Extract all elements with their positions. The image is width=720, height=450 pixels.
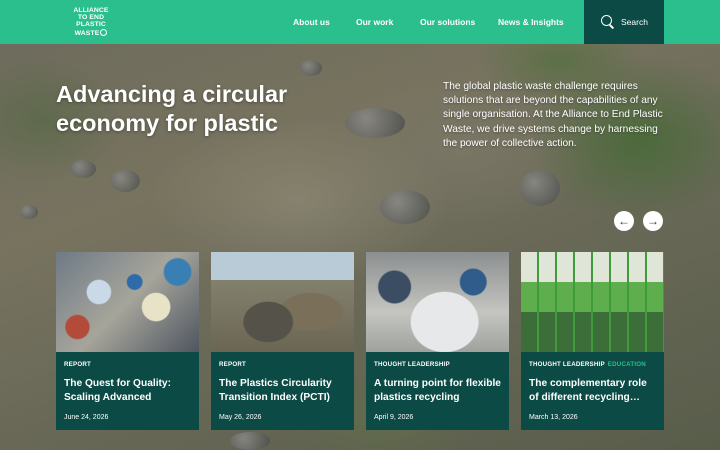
card-date: June 24, 2026: [64, 414, 109, 421]
card-image: [521, 252, 664, 352]
search-icon: [601, 15, 615, 29]
logo-line: TO END: [77, 14, 105, 22]
rock: [230, 432, 270, 450]
rock: [300, 60, 322, 76]
nav-news-insights[interactable]: News & Insights: [498, 17, 564, 27]
card-date: May 26, 2026: [219, 414, 262, 421]
card-date: March 13, 2026: [529, 414, 578, 421]
card-title[interactable]: A turning point for flexible plastics re…: [374, 377, 501, 405]
card-category: REPORT: [64, 361, 91, 368]
rock: [20, 205, 38, 219]
hero-title: Advancing a circular economy for plastic: [56, 81, 288, 136]
logo-ring-icon: [100, 28, 108, 36]
hero-description: The global plastic waste challenge requi…: [443, 81, 663, 149]
rock: [345, 108, 405, 138]
nav-about-us[interactable]: About us: [293, 17, 330, 27]
arrow-right-icon: →: [647, 214, 659, 228]
card-category: THOUGHT LEADERSHIP EDUCATION: [529, 361, 646, 368]
card-image: [211, 252, 354, 352]
alliance-logo[interactable]: ALLIANCE TO END PLASTIC WASTE: [64, 7, 118, 37]
card-category: THOUGHT LEADERSHIP: [374, 361, 450, 368]
rock: [380, 190, 430, 224]
rock: [110, 170, 140, 192]
article-card[interactable]: REPORT The Quest for Quality: Scaling Ad…: [56, 252, 199, 430]
card-title[interactable]: The Quest for Quality: Scaling Advanced …: [64, 377, 191, 405]
rock: [70, 160, 96, 178]
search-button[interactable]: Search: [584, 0, 664, 44]
site-header: ALLIANCE TO END PLASTIC WASTE About us O…: [0, 0, 720, 44]
nav-our-solutions[interactable]: Our solutions: [420, 17, 475, 27]
carousel-next-button[interactable]: →: [643, 211, 663, 231]
search-label: Search: [621, 17, 648, 27]
card-date: April 9, 2026: [374, 414, 414, 421]
carousel-prev-button[interactable]: ←: [614, 211, 634, 231]
logo-line: PLASTIC: [76, 21, 106, 29]
card-image: [56, 252, 199, 352]
article-card[interactable]: THOUGHT LEADERSHIP A turning point for f…: [366, 252, 509, 430]
logo-line: WASTE: [74, 29, 100, 37]
card-category: REPORT: [219, 361, 246, 368]
arrow-left-icon: ←: [618, 214, 630, 228]
logo-line: ALLIANCE: [73, 7, 109, 14]
article-card[interactable]: THOUGHT LEADERSHIP EDUCATION The compleme…: [521, 252, 664, 430]
article-card[interactable]: REPORT The Plastics Circularity Transiti…: [211, 252, 354, 430]
card-image: [366, 252, 509, 352]
rock: [520, 170, 560, 206]
nav-our-work[interactable]: Our work: [356, 17, 393, 27]
card-title[interactable]: The Plastics Circularity Transition Inde…: [219, 377, 346, 405]
card-title[interactable]: The complementary role of different recy…: [529, 377, 656, 405]
